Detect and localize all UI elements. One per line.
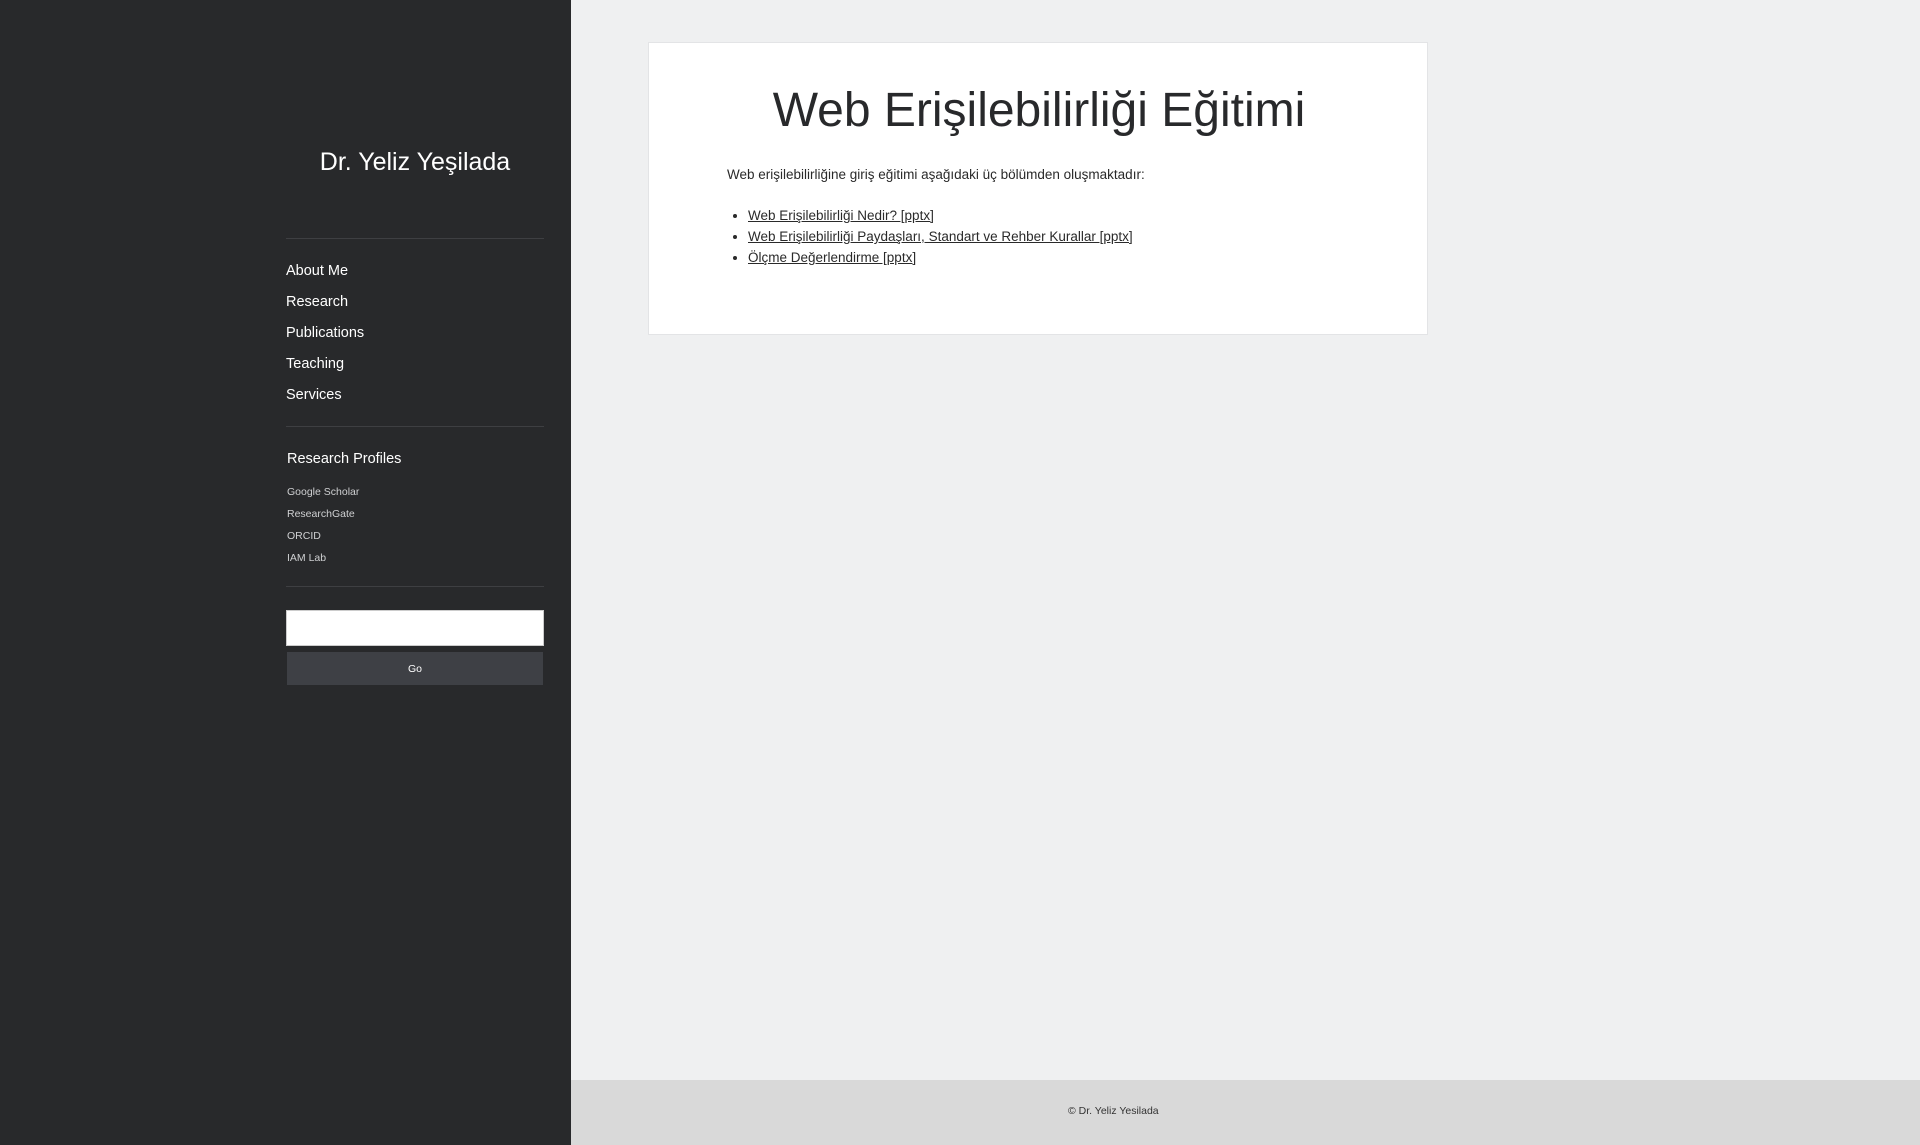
profile-item: ResearchGate: [287, 502, 544, 524]
training-link-part-1[interactable]: Web Erişilebilirliği Nedir? [pptx]: [748, 208, 934, 223]
profile-link-researchgate[interactable]: ResearchGate: [287, 508, 355, 520]
profile-item: IAM Lab: [287, 546, 544, 568]
list-item: Web Erişilebilirliği Nedir? [pptx]: [748, 205, 1133, 226]
profile-item: Google Scholar: [287, 480, 544, 502]
site-title[interactable]: Dr. Yeliz Yeşilada: [286, 145, 544, 179]
intro-text: Web erişilebilirliğine giriş eğitimi aşa…: [727, 167, 1145, 182]
training-link-part-2[interactable]: Web Erişilebilirliği Paydaşları, Standar…: [748, 229, 1133, 244]
nav-link-services[interactable]: Services: [286, 387, 342, 403]
research-profiles: Research Profiles Google Scholar Researc…: [286, 427, 544, 586]
nav-link-publications[interactable]: Publications: [286, 325, 364, 341]
page-title: Web Erişilebilirliği Eğitimi: [772, 84, 1306, 137]
profile-link-google-scholar[interactable]: Google Scholar: [287, 486, 359, 498]
content-card: Web Erişilebilirliği Eğitimi Web erişile…: [648, 42, 1428, 335]
research-profiles-title: Research Profiles: [287, 451, 402, 467]
nav-item-teaching: Teaching: [286, 348, 544, 379]
copyright-text: © Dr. Yeliz Yesilada: [1068, 1105, 1159, 1117]
search-go-button[interactable]: Go: [287, 652, 543, 685]
nav-item-services: Services: [286, 379, 544, 410]
nav-link-about-me[interactable]: About Me: [286, 263, 348, 279]
nav-item-about-me: About Me: [286, 255, 544, 286]
research-profiles-list: Google Scholar ResearchGate ORCID IAM La…: [287, 480, 544, 568]
list-item: Web Erişilebilirliği Paydaşları, Standar…: [748, 226, 1133, 247]
sidebar-content: About Me Research Publications Teaching …: [286, 238, 544, 685]
sidebar: Dr. Yeliz Yeşilada About Me Research Pub…: [0, 0, 571, 1145]
training-link-part-3[interactable]: Ölçme Değerlendirme [pptx]: [748, 250, 916, 265]
list-item: Ölçme Değerlendirme [pptx]: [748, 247, 1133, 268]
search-input[interactable]: [286, 610, 544, 646]
nav-item-research: Research: [286, 286, 544, 317]
search-form: Go: [286, 587, 544, 685]
training-links-list: Web Erişilebilirliği Nedir? [pptx] Web E…: [727, 205, 1133, 268]
nav-link-research[interactable]: Research: [286, 294, 348, 310]
profile-link-orcid[interactable]: ORCID: [287, 530, 321, 542]
nav-item-publications: Publications: [286, 317, 544, 348]
nav-link-teaching[interactable]: Teaching: [286, 356, 344, 372]
profile-link-iam-lab[interactable]: IAM Lab: [287, 552, 326, 564]
footer: © Dr. Yeliz Yesilada: [571, 1080, 1920, 1145]
profile-item: ORCID: [287, 524, 544, 546]
main-nav: About Me Research Publications Teaching …: [286, 239, 544, 426]
